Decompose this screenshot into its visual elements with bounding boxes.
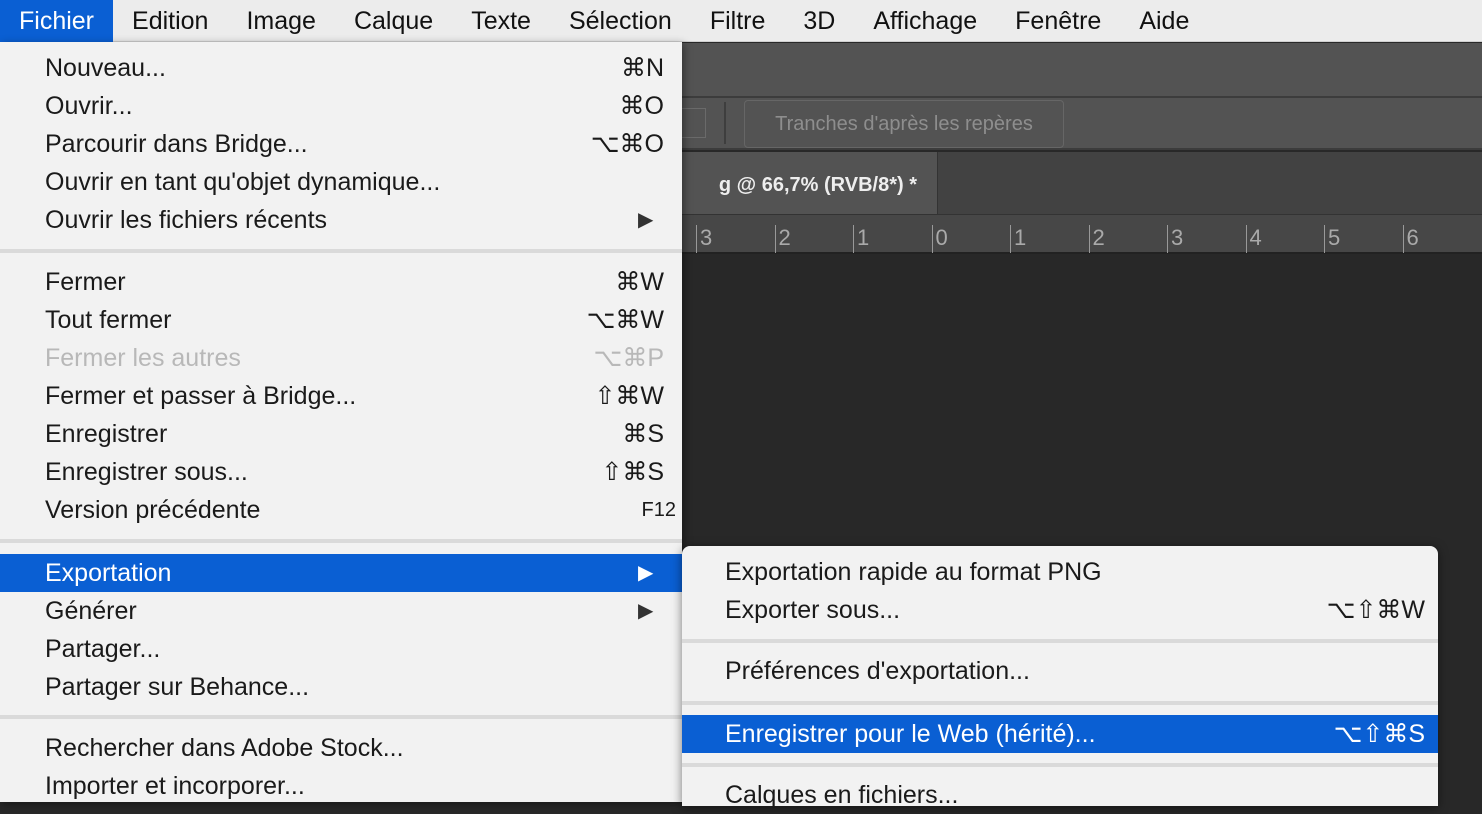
menu-item-label: Parcourir dans Bridge... — [45, 130, 308, 158]
submenu-item[interactable]: Exportation rapide au format PNG — [682, 553, 1438, 591]
shortcut-label: ⌥⌘O — [590, 130, 664, 158]
menu-item-label: Tout fermer — [45, 306, 172, 334]
menu-item-label: Partager... — [45, 635, 161, 663]
menu-1[interactable]: Edition — [113, 0, 227, 42]
menu-9[interactable]: Fenêtre — [996, 0, 1120, 42]
menu-item[interactable]: Ouvrir en tant qu'objet dynamique... — [0, 163, 682, 201]
menu-separator — [682, 763, 1438, 767]
menu-2[interactable]: Image — [227, 0, 334, 42]
slices-from-guides-button[interactable]: Tranches d'après les repères — [744, 100, 1064, 148]
submenu-arrow-icon: ▶ — [638, 600, 654, 622]
submenu-item[interactable]: Exporter sous... ⌥⇧⌘W — [682, 591, 1438, 629]
menu-bar: Fichier Edition Image Calque Texte Sélection F… — [0, 0, 1482, 42]
menu-item-label: Enregistrer pour le Web (hérité)... — [725, 720, 1096, 748]
menu-item[interactable]: Nouveau... ⌘N — [0, 49, 682, 87]
menu-item-label: Générer — [45, 597, 137, 625]
ruler-tick-label: 6 — [1402, 225, 1419, 253]
menu-item-label: Exportation — [45, 559, 172, 587]
menu-6[interactable]: Filtre — [691, 0, 785, 42]
menu-item[interactable]: Ouvrir les fichiers récents ▶ — [0, 201, 682, 239]
menu-item-label: Préférences d'exportation... — [725, 657, 1030, 685]
menu-7[interactable]: 3D — [784, 0, 854, 42]
menu-item[interactable]: Tout fermer ⌥⌘W — [0, 301, 682, 339]
menu-item[interactable]: Générer ▶ — [0, 592, 682, 630]
menu-8[interactable]: Affichage — [854, 0, 996, 42]
menu-item-label: Enregistrer sous... — [45, 458, 248, 486]
file-menu: Nouveau... ⌘N Ouvrir... ⌘O Parcourir dans Br… — [0, 42, 682, 802]
submenu-item[interactable]: Préférences d'exportation... — [682, 652, 1438, 690]
menu-item[interactable]: Fermer les autres ⌥⌘P — [0, 339, 682, 377]
shortcut-label: ⇧⌘W — [594, 382, 664, 410]
menu-item[interactable]: Version précédente F12 — [0, 491, 682, 529]
shortcut-label: ⌥⌘W — [586, 306, 664, 334]
ruler-tick-label: 3 — [1167, 225, 1183, 253]
shortcut-label: ⌘O — [619, 92, 664, 120]
shortcut-label: ⌥⇧⌘W — [1326, 596, 1425, 624]
menu-item-label: Enregistrer — [45, 420, 168, 448]
shortcut-label: ⌘N — [620, 54, 664, 82]
shortcut-label: ⌥⌘P — [593, 344, 664, 372]
shortcut-label: ⇧⌘S — [601, 458, 664, 486]
menu-item[interactable]: Exportation ▶ — [0, 554, 682, 592]
ruler-tick-label: 2 — [1088, 225, 1105, 253]
shortcut-label: F12 — [641, 499, 676, 521]
menu-separator — [0, 539, 682, 543]
ruler-tick-label: 2 — [774, 225, 791, 253]
ruler-tick-label: 4 — [1245, 225, 1262, 253]
submenu-arrow-icon: ▶ — [638, 562, 654, 584]
menu-separator — [0, 715, 682, 719]
menu-item-label: Ouvrir... — [45, 92, 133, 120]
menu-item[interactable]: Ouvrir... ⌘O — [0, 87, 682, 125]
menu-item-label: Ouvrir en tant qu'objet dynamique... — [45, 168, 441, 196]
menu-item-label: Partager sur Behance... — [45, 673, 310, 701]
menu-item-label: Importer et incorporer... — [45, 772, 305, 800]
menu-5[interactable]: Sélection — [550, 0, 691, 42]
menu-item-label: Rechercher dans Adobe Stock... — [45, 734, 404, 762]
ruler-tick-label: 0 — [931, 225, 948, 253]
menu-item-label: Fermer — [45, 268, 126, 296]
ruler-tick-label: 1 — [853, 225, 869, 253]
menu-10[interactable]: Aide — [1120, 0, 1208, 42]
menu-item-label: Fermer les autres — [45, 344, 241, 372]
menu-item[interactable]: Rechercher dans Adobe Stock... — [0, 729, 682, 767]
submenu-arrow-icon: ▶ — [638, 209, 654, 231]
shortcut-label: ⌥⇧⌘S — [1333, 720, 1425, 748]
menu-item[interactable]: Fermer et passer à Bridge... ⇧⌘W — [0, 377, 682, 415]
menu-item-label: Version précédente — [45, 496, 261, 524]
submenu-item[interactable]: Calques en fichiers... — [682, 776, 1438, 814]
shortcut-label: ⌘W — [615, 268, 664, 296]
menu-item[interactable]: Enregistrer sous... ⇧⌘S — [0, 453, 682, 491]
menu-separator — [0, 249, 682, 253]
menu-item-label: Nouveau... — [45, 54, 166, 82]
menu-item[interactable]: Importer et incorporer... — [0, 767, 682, 805]
menu-item[interactable]: Enregistrer ⌘S — [0, 415, 682, 453]
menu-item[interactable]: Partager sur Behance... — [0, 668, 682, 706]
menu-item-label: Fermer et passer à Bridge... — [45, 382, 357, 410]
menu-separator — [682, 701, 1438, 705]
menu-item-label: Ouvrir les fichiers récents — [45, 206, 328, 234]
menu-item-label: Calques en fichiers... — [725, 781, 959, 809]
submenu-item[interactable]: Enregistrer pour le Web (hérité)... ⌥⇧⌘S — [682, 715, 1438, 753]
ruler-tick-label: 1 — [1010, 225, 1026, 253]
divider — [724, 102, 726, 144]
menu-item[interactable]: Fermer ⌘W — [0, 263, 682, 301]
menu-item[interactable]: Partager... — [0, 630, 682, 668]
menu-3[interactable]: Calque — [335, 0, 452, 42]
menu-item[interactable]: Parcourir dans Bridge... ⌥⌘O — [0, 125, 682, 163]
menu-item-label: Exporter sous... — [725, 596, 901, 624]
menu-item-label: Exportation rapide au format PNG — [725, 558, 1102, 586]
shortcut-label: ⌘S — [622, 420, 664, 448]
ruler-tick-label: 5 — [1324, 225, 1340, 253]
menu-0[interactable]: Fichier — [0, 0, 114, 42]
menu-4[interactable]: Texte — [452, 0, 550, 42]
ruler-tick-label: 3 — [696, 225, 712, 253]
export-submenu: Exportation rapide au format PNG Exporter… — [682, 546, 1438, 809]
menu-separator — [682, 639, 1438, 643]
